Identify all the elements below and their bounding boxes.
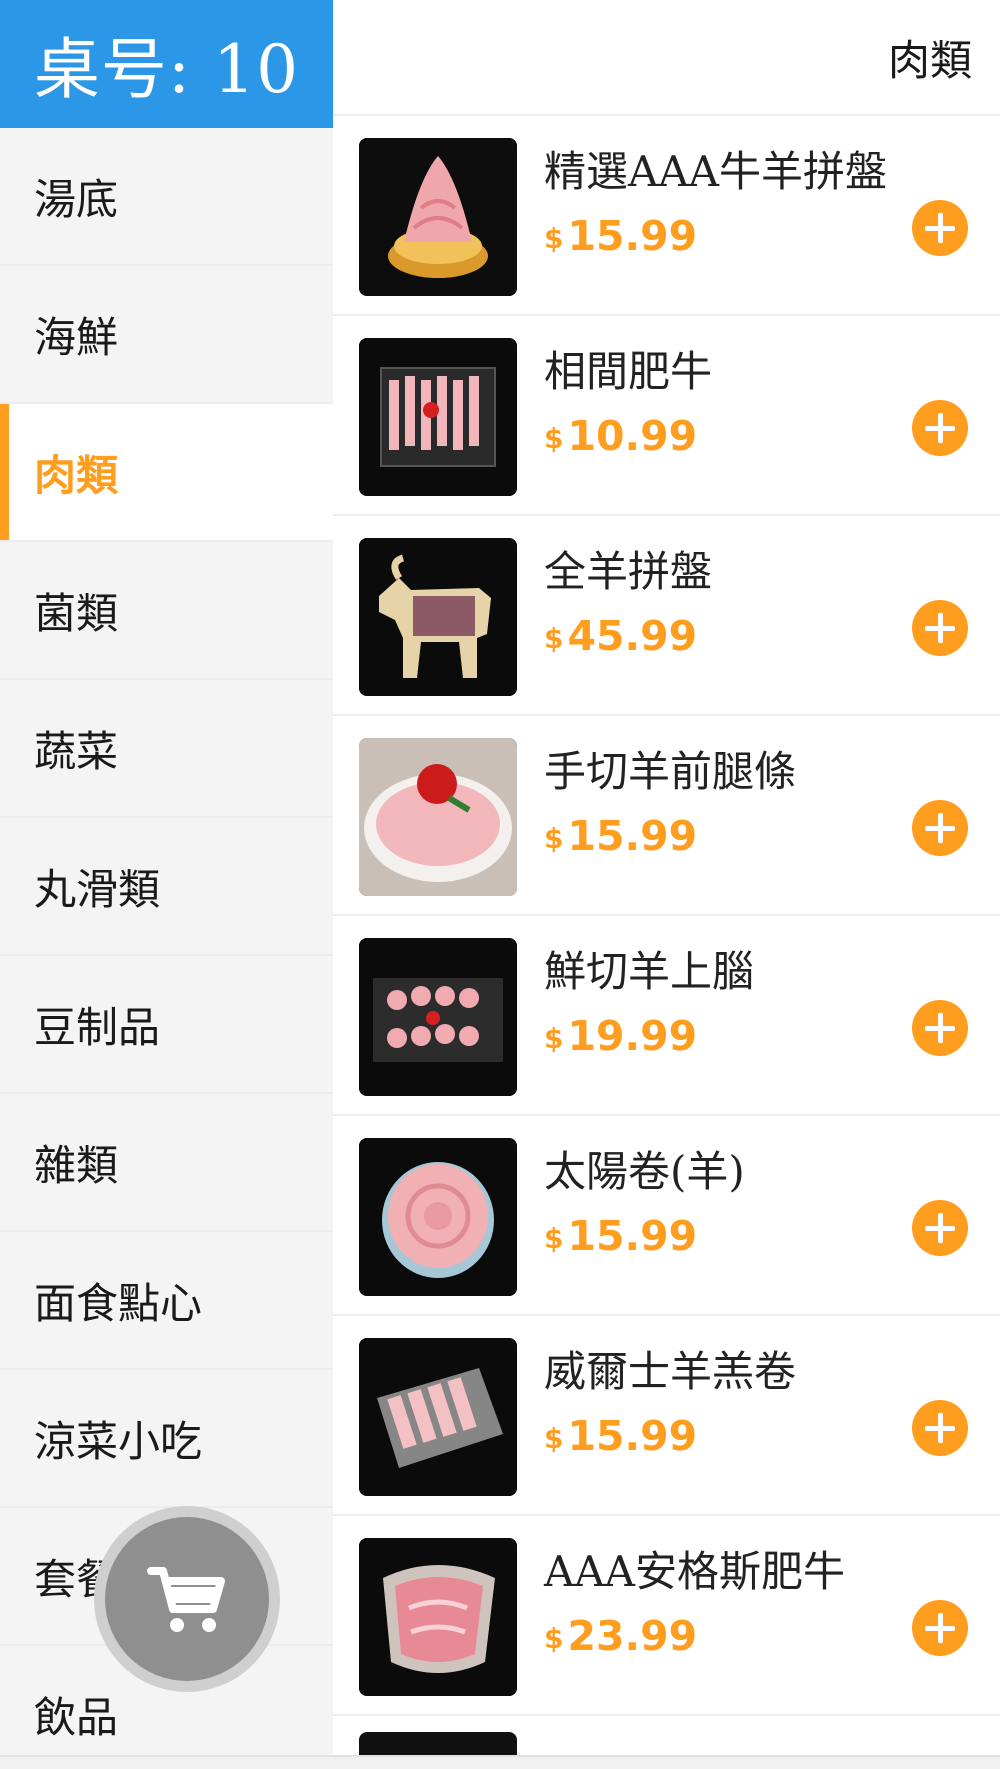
product-row: 鮮切羊上腦 $19.99 — [333, 916, 1000, 1116]
product-row: 全羊拼盤 $45.99 — [333, 516, 1000, 716]
add-to-cart-button[interactable] — [912, 200, 968, 256]
currency-symbol: $ — [544, 1622, 564, 1655]
product-image[interactable] — [359, 138, 517, 296]
cart-button[interactable] — [94, 1506, 280, 1692]
currency-symbol: $ — [544, 1422, 564, 1455]
add-to-cart-button[interactable] — [912, 1000, 968, 1056]
add-to-cart-button[interactable] — [912, 800, 968, 856]
product-name: 鮮切羊上腦 — [544, 947, 755, 996]
product-image[interactable] — [359, 738, 517, 896]
add-to-cart-button[interactable] — [912, 1400, 968, 1456]
product-price: $10.99 — [544, 412, 697, 460]
currency-symbol: $ — [544, 422, 564, 455]
product-name: 手切羊前腿條 — [544, 747, 797, 796]
currency-symbol: $ — [544, 622, 564, 655]
category-item[interactable]: 雜類 — [0, 1094, 333, 1232]
product-name: 相間肥牛 — [544, 347, 713, 396]
currency-symbol: $ — [544, 222, 564, 255]
price-amount: 15.99 — [567, 1212, 698, 1260]
product-name: 精選AAA牛羊拼盤 — [544, 147, 887, 196]
product-row: 相間肥牛 $10.99 — [333, 316, 1000, 516]
product-price: $45.99 — [544, 612, 697, 660]
product-row: 手切羊前腿條 $15.99 — [333, 716, 1000, 916]
product-list-panel: 肉類 精選AAA牛羊拼盤 $15.99 相間肥牛 $10.99 全羊拼盤 $45… — [333, 0, 1000, 1769]
product-price: $15.99 — [544, 1212, 697, 1260]
price-amount: 15.99 — [567, 812, 698, 860]
product-price: $15.99 — [544, 812, 697, 860]
add-to-cart-button[interactable] — [912, 1200, 968, 1256]
product-name: 太陽卷(羊) — [544, 1147, 745, 1196]
product-image[interactable] — [359, 538, 517, 696]
product-name: 全羊拼盤 — [544, 547, 713, 596]
product-name: AAA安格斯肥牛 — [544, 1547, 845, 1596]
price-amount: 15.99 — [567, 212, 698, 260]
section-title: 肉類 — [333, 0, 1000, 116]
cart-icon — [147, 1567, 225, 1632]
category-item[interactable]: 面食點心 — [0, 1232, 333, 1370]
product-row: 精選AAA牛羊拼盤 $15.99 — [333, 116, 1000, 316]
cart-button-inner — [105, 1517, 269, 1681]
product-image[interactable] — [359, 938, 517, 1096]
bottom-bar — [0, 1755, 1000, 1769]
currency-symbol: $ — [544, 1022, 564, 1055]
currency-symbol: $ — [544, 822, 564, 855]
category-item[interactable]: 湯底 — [0, 128, 333, 266]
category-item[interactable]: 涼菜小吃 — [0, 1370, 333, 1508]
price-amount: 23.99 — [567, 1612, 698, 1660]
product-row: 威爾士羊羔卷 $15.99 — [333, 1316, 1000, 1516]
product-price: $15.99 — [544, 1412, 697, 1460]
product-image[interactable] — [359, 338, 517, 496]
add-to-cart-button[interactable] — [912, 600, 968, 656]
product-image[interactable] — [359, 1338, 517, 1496]
add-to-cart-button[interactable] — [912, 400, 968, 456]
table-number: 桌号: 10 — [0, 0, 333, 128]
price-amount: 15.99 — [567, 1412, 698, 1460]
product-row: AAA安格斯肥牛 $23.99 — [333, 1516, 1000, 1716]
category-item[interactable]: 蔬菜 — [0, 680, 333, 818]
product-price: $19.99 — [544, 1012, 697, 1060]
product-name: 威爾士羊羔卷 — [544, 1347, 797, 1396]
product-price: $15.99 — [544, 212, 697, 260]
add-to-cart-button[interactable] — [912, 1600, 968, 1656]
product-image[interactable] — [359, 1538, 517, 1696]
category-item[interactable]: 海鮮 — [0, 266, 333, 404]
category-item[interactable]: 豆制品 — [0, 956, 333, 1094]
product-price: $23.99 — [544, 1612, 697, 1660]
category-item[interactable]: 丸滑類 — [0, 818, 333, 956]
product-image[interactable] — [359, 1138, 517, 1296]
price-amount: 10.99 — [567, 412, 698, 460]
category-sidebar: 桌号: 10 湯底 海鮮 肉類 菌類 蔬菜 丸滑類 豆制品 雜類 面食點心 涼菜… — [0, 0, 333, 1769]
category-item-active[interactable]: 肉類 — [0, 404, 333, 542]
price-amount: 19.99 — [567, 1012, 698, 1060]
product-row: 太陽卷(羊) $15.99 — [333, 1116, 1000, 1316]
category-item[interactable]: 菌類 — [0, 542, 333, 680]
price-amount: 45.99 — [567, 612, 698, 660]
currency-symbol: $ — [544, 1222, 564, 1255]
